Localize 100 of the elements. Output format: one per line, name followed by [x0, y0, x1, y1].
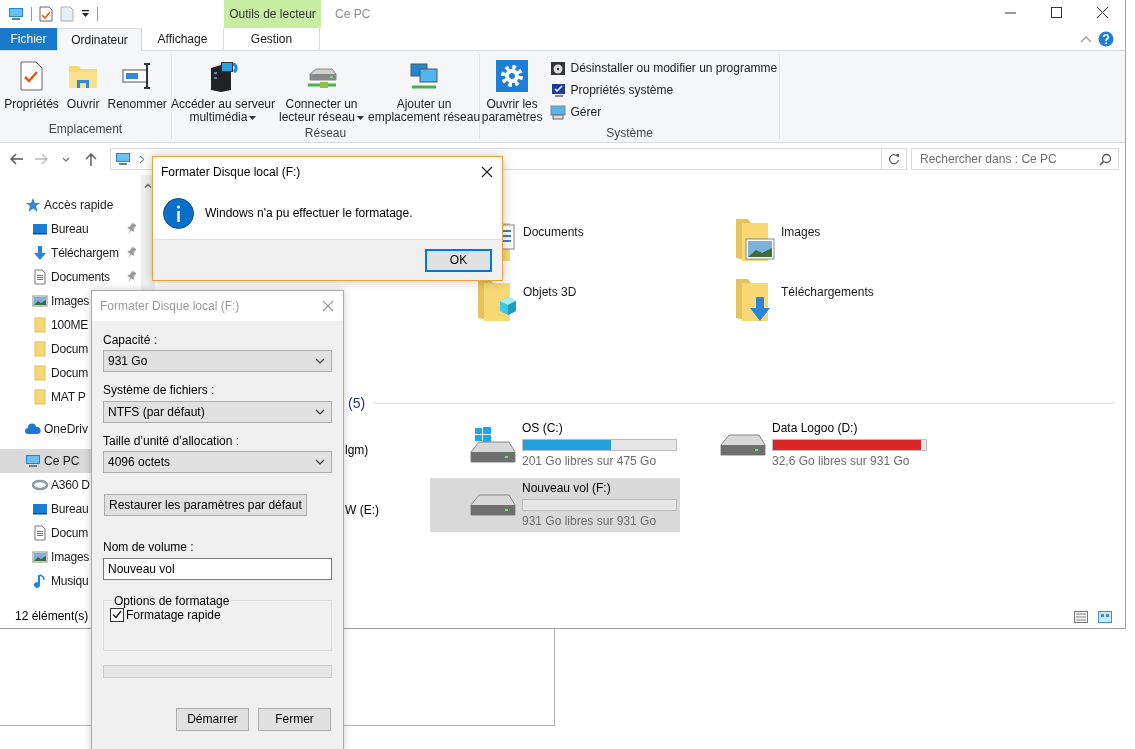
folder-name: Documents: [523, 224, 584, 241]
caret-icon: [249, 115, 257, 120]
dialog-message: Windows n'a pu effectuer le formatage.: [205, 205, 413, 221]
folder-name: Images: [781, 224, 821, 241]
start-button[interactable]: Démarrer: [176, 707, 249, 731]
chevron-down-icon: [315, 459, 325, 466]
computer-icon: [8, 6, 24, 22]
back-arrow-icon: [9, 152, 24, 166]
folder-icon: [32, 317, 48, 333]
desktop-icon: [32, 501, 48, 517]
drive-name: lgm): [345, 442, 369, 457]
large-icons-view-button[interactable]: [1095, 610, 1115, 623]
ring-icon: [32, 477, 48, 493]
nav-item[interactable]: A360 D: [0, 473, 141, 497]
document-icon: [32, 525, 48, 541]
folder-name: Objets 3D: [523, 284, 577, 301]
drive-item[interactable]: Nouveau vol (F:) 931 Go libres sur 931 Go: [430, 477, 680, 532]
drive-icon: [470, 493, 516, 516]
ribbon-command[interactable]: Gérer: [548, 102, 780, 122]
image-icon: [32, 549, 48, 565]
info-icon: [163, 197, 194, 229]
chevron-up-icon: [144, 183, 152, 188]
drive-item[interactable]: Data Logoo (D:) 32,6 Go libres sur 931 Go: [680, 417, 1125, 472]
select-field[interactable]: NTFS (par défaut): [103, 400, 332, 423]
text-field[interactable]: Nouveau vol: [103, 557, 332, 580]
cloud-icon: [25, 421, 41, 437]
refresh-icon: [888, 153, 901, 165]
ribbon-command[interactable]: Renommer: [105, 54, 169, 122]
free-space-text: 201 Go libres sur 475 Go: [522, 453, 658, 469]
large-icons-view-icon: [1098, 610, 1112, 623]
computer-icon: [25, 453, 41, 469]
monitor-check-icon: [550, 82, 567, 98]
drive-name: Nouveau vol (F:): [522, 481, 612, 496]
music-note-icon: [32, 573, 48, 589]
select-field[interactable]: 931 Go: [103, 350, 332, 373]
computer-icon: [115, 151, 133, 167]
close-icon: [322, 300, 334, 312]
network-monitors-icon: [408, 60, 441, 92]
drive-name: W (E:): [345, 502, 379, 517]
search-icon: [1099, 153, 1112, 166]
chevron-right-icon: [139, 154, 145, 164]
folder-icon: [32, 365, 48, 381]
ribbon-command[interactable]: Connecter un lecteur réseau: [277, 54, 367, 126]
dialog-title: Formater Disque local (F:): [161, 164, 301, 180]
nav-item[interactable]: Accès rapide: [0, 193, 141, 217]
check-icon: [112, 610, 122, 620]
folder-name: Téléchargements: [781, 284, 874, 301]
image-icon: [32, 293, 48, 309]
drive-name: Data Logoo (D:): [772, 421, 859, 436]
window-title: Ce PC: [334, 5, 371, 23]
document-check-icon: [39, 6, 53, 22]
ribbon-tab[interactable]: Fichier: [0, 28, 57, 50]
chevron-up-icon: [1080, 35, 1092, 43]
ribbon-tab[interactable]: Ordinateur: [57, 28, 142, 51]
nav-item[interactable]: Bureau: [0, 217, 141, 241]
ribbon-command[interactable]: Ouvrir: [64, 54, 102, 122]
ribbon-tab[interactable]: Affichage: [142, 28, 223, 50]
group-label: Emplacement: [47, 121, 124, 138]
field-label: Système de fichiers :: [103, 383, 216, 398]
help-icon: [1098, 31, 1114, 47]
close-dialog-button[interactable]: Fermer: [258, 707, 331, 731]
folder-icon: [32, 389, 48, 405]
ribbon-command[interactable]: Propriétés système: [548, 80, 780, 100]
free-space-text: 32,6 Go libres sur 931 Go: [772, 453, 911, 469]
details-view-button[interactable]: [1071, 610, 1091, 623]
dialog-title: Formater Disque local (F:): [100, 298, 240, 314]
chevron-down-icon: [315, 408, 325, 415]
group-label: Système: [605, 126, 654, 142]
star-icon: [25, 197, 41, 213]
document-icon: [32, 269, 48, 285]
desktop-icon: [32, 221, 48, 237]
checkbox-label: Formatage rapide: [126, 607, 221, 622]
up-arrow-icon: [84, 152, 99, 166]
group-label: Réseau: [303, 126, 348, 142]
drive-name: OS (C:): [522, 421, 564, 436]
free-space-text: 931 Go libres sur 931 Go: [522, 513, 658, 529]
system-drive-icon: [470, 426, 516, 463]
drive-item[interactable]: OS (C:) 201 Go libres sur 475 Go: [430, 417, 680, 472]
ok-button[interactable]: OK: [425, 248, 492, 272]
ribbon-command[interactable]: Accéder au serveur multimédia: [168, 54, 277, 126]
search-field[interactable]: Rechercher dans : Ce PC: [911, 148, 1119, 170]
blank-page-icon: [60, 6, 74, 22]
field-label: Capacité :: [103, 333, 159, 348]
field-label: Taille d’unité d’allocation :: [103, 433, 241, 449]
item-count: 12 élément(s): [15, 609, 89, 624]
close-icon: [481, 166, 493, 178]
disc-box-icon: [550, 60, 567, 76]
folder-icon: [32, 341, 48, 357]
restore-defaults-button[interactable]: Restaurer les paramètres par défaut: [104, 494, 307, 517]
settings-icon: [496, 60, 529, 92]
field-label: Nom de volume :: [103, 540, 195, 555]
ribbon-command[interactable]: Désinstaller ou modifier un programme: [548, 58, 780, 78]
refresh-button[interactable]: [882, 148, 907, 170]
drive-icon: [720, 433, 766, 456]
caret-icon: [357, 115, 365, 120]
select-field[interactable]: 4096 octets: [103, 451, 332, 474]
nav-item[interactable]: Documents: [0, 265, 141, 289]
nav-item[interactable]: Téléchargem: [0, 241, 141, 265]
details-view-icon: [1074, 610, 1088, 623]
ribbon-command[interactable]: Propriétés: [2, 54, 61, 122]
